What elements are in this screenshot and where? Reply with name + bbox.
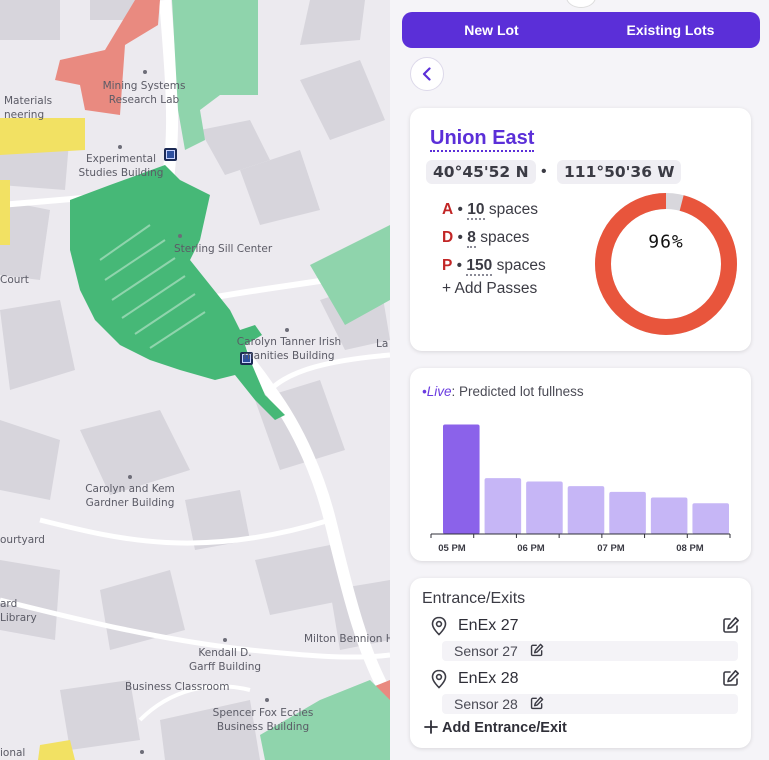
bar-2: [526, 481, 563, 534]
live-indicator: •Live: [422, 384, 452, 399]
tab-new-lot[interactable]: New Lot: [402, 12, 581, 48]
sensor-row-27: Sensor 27: [442, 641, 738, 661]
map-label-classroom: Business Classroom: [125, 681, 230, 693]
campus-map[interactable]: Mining Systems Research Lab Materials neer…: [0, 0, 390, 760]
edit-icon[interactable]: [722, 669, 740, 687]
fullness-donut: [595, 193, 737, 335]
enex-row-28: EnEx 28: [430, 668, 740, 690]
pass-unit: spaces: [488, 201, 538, 218]
chevron-left-icon: [422, 67, 431, 81]
bar-1: [484, 478, 522, 534]
lot-mode-toggle: New Lot Existing Lots: [402, 12, 760, 48]
pass-row-d: D • 8 spaces: [442, 227, 529, 249]
lot-panel: New Lot Existing Lots Union East 40°45'5…: [390, 0, 769, 760]
live-colon: :: [451, 384, 456, 399]
add-entrance-exit-label: Add Entrance/Exit: [442, 720, 567, 736]
map-label-eccles: Spencer Fox Eccles Business Building: [212, 707, 314, 733]
live-chart-title: •Live: Predicted lot fullness: [422, 384, 584, 399]
lot-name-link[interactable]: Union East: [430, 126, 535, 152]
map-label-bennion: Milton Bennion H: [304, 633, 390, 645]
pass-unit: spaces: [480, 229, 530, 246]
poi-dot: [143, 70, 147, 74]
pass-dot: •: [456, 257, 463, 274]
bar-0: [443, 424, 480, 534]
enex-name: EnEx 28: [458, 670, 519, 687]
location-pin-icon: [431, 616, 447, 636]
lot-summary-card: Union East 40°45'52 N • 111°50'36 W A • …: [410, 108, 751, 351]
add-entrance-exit-button[interactable]: Add Entrance/Exit: [424, 720, 567, 736]
sensor-name: Sensor 28: [454, 696, 518, 712]
pass-code: P: [442, 257, 453, 274]
poi-dot: [223, 638, 227, 642]
fullness-percent: 96%: [648, 231, 684, 253]
location-pin-icon: [431, 669, 447, 689]
fullness-chart-card: •Live: Predicted lot fullness 05 PM 06 PM…: [410, 368, 751, 561]
poi-dot: [118, 145, 122, 149]
pass-dot: •: [457, 201, 463, 218]
bar-4: [609, 491, 646, 534]
bar-6: [692, 503, 729, 534]
enex-name: EnEx 27: [458, 617, 519, 634]
edit-icon[interactable]: [722, 616, 740, 634]
pass-row-a: A • 10 spaces: [442, 199, 538, 221]
map-label-garff: Kendall D. Garff Building: [188, 647, 262, 673]
map-label-gardner: Carolyn and Kem Gardner Building: [85, 483, 175, 509]
edit-icon[interactable]: [530, 643, 544, 657]
entrance-exits-card: Entrance/Exits EnEx 27 Sensor 27 EnEx 28…: [410, 578, 751, 748]
poi-dot: [285, 328, 289, 332]
pass-code: A: [442, 201, 454, 218]
live-label: Predicted lot fullness: [459, 384, 584, 399]
sensor-row-28: Sensor 28: [442, 694, 738, 714]
map-label-experimental: Experimental Studies Building: [78, 153, 164, 179]
map-label-courtyard: ourtyard: [0, 534, 45, 546]
pass-row-p: P • 150 spaces: [442, 255, 546, 277]
pass-count[interactable]: 10: [467, 201, 485, 220]
edit-icon[interactable]: [530, 696, 544, 710]
tab-existing-lots[interactable]: Existing Lots: [581, 12, 760, 48]
pass-dot: •: [457, 229, 463, 246]
pass-unit: spaces: [496, 257, 546, 274]
map-label-court: Court: [0, 274, 29, 286]
donut-fill: [595, 193, 737, 335]
map-label-ional: ional: [0, 747, 26, 759]
poi-dot: [128, 475, 132, 479]
coord-separator: •: [541, 163, 547, 180]
x-tick-label: 07 PM: [597, 543, 625, 554]
map-label-la: La: [376, 338, 389, 350]
fullness-bar-chart: 05 PM 06 PM 07 PM 08 PM: [430, 424, 731, 554]
enex-row-27: EnEx 27: [430, 615, 740, 637]
sensor-name: Sensor 27: [454, 643, 518, 659]
x-tick-label: 08 PM: [676, 543, 704, 554]
enex-title: Entrance/Exits: [422, 590, 526, 607]
poi-dot: [265, 698, 269, 702]
longitude-chip: 111°50'36 W: [557, 160, 682, 184]
sensor-marker-27[interactable]: [164, 148, 177, 161]
poi-dot: [140, 750, 144, 754]
pass-count[interactable]: 8: [467, 229, 476, 248]
x-tick-label: 06 PM: [517, 543, 545, 554]
map-label-materials: Materials neering: [4, 95, 53, 121]
map-label-tanner: Carolyn Tanner Irish manities Building: [236, 336, 342, 362]
latitude-chip: 40°45'52 N: [426, 160, 536, 184]
drag-handle[interactable]: [566, 0, 596, 8]
add-passes-button[interactable]: + Add Passes: [442, 280, 537, 298]
pass-code: D: [442, 229, 454, 246]
map-label-mining: Mining Systems Research Lab: [102, 80, 186, 106]
map-label-library: ard Library: [0, 598, 37, 624]
plus-icon: [424, 720, 438, 734]
bar-3: [567, 486, 605, 534]
back-button[interactable]: [410, 57, 444, 91]
pass-count[interactable]: 150: [466, 257, 493, 276]
map-label-sterling: Sterling Sill Center: [174, 243, 273, 255]
bar-5: [650, 497, 688, 534]
x-tick-label: 05 PM: [438, 543, 466, 554]
poi-dot: [178, 234, 182, 238]
